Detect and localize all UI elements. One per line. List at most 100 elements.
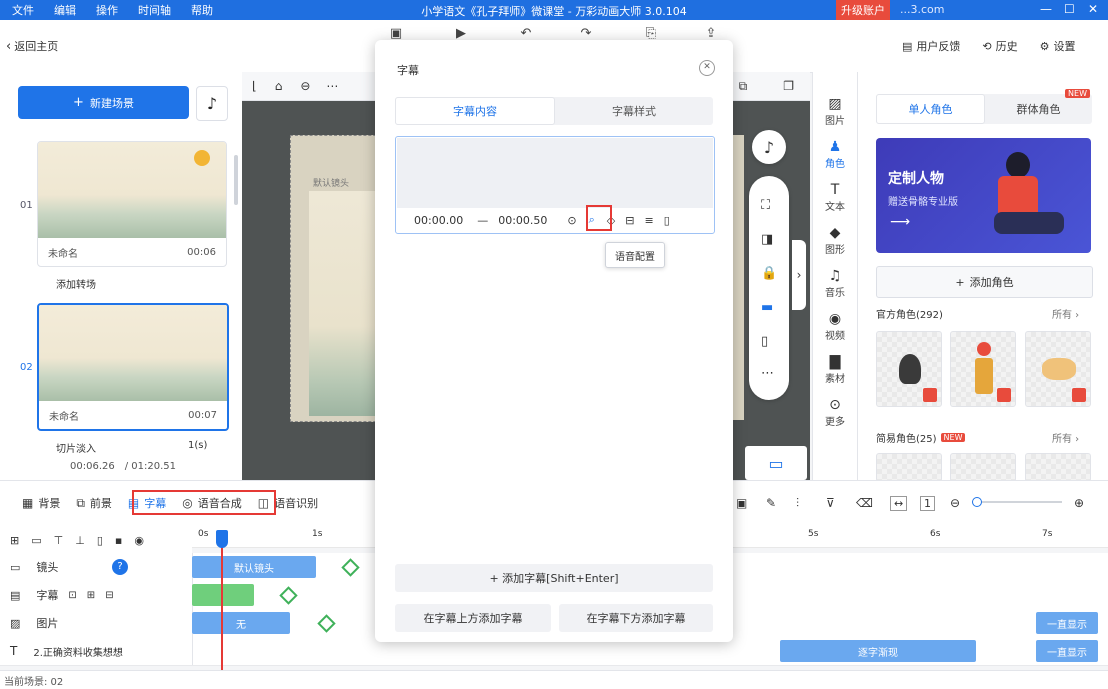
zoom-out-icon[interactable]: ⊖ xyxy=(300,79,310,93)
lock-icon[interactable]: ▪ xyxy=(115,534,122,547)
add-role-button[interactable]: + 添加角色 xyxy=(876,266,1093,298)
role-card-child[interactable] xyxy=(950,331,1016,407)
delete-icon[interactable]: ▯ xyxy=(664,214,670,227)
playhead-handle[interactable] xyxy=(216,530,228,548)
insert-icon[interactable]: ⊟ xyxy=(625,214,634,227)
lens-clip[interactable]: 默认镜头 xyxy=(192,556,316,578)
music-note-icon[interactable]: ♪ xyxy=(752,130,786,164)
new-scene-button[interactable]: + 新建场景 xyxy=(18,86,189,119)
zoom-out-icon[interactable]: ⊖ xyxy=(950,496,960,510)
stage-canvas[interactable]: 默认镜头 xyxy=(290,135,386,422)
delete-icon[interactable]: ⌫ xyxy=(856,496,873,510)
settings-button[interactable]: ⚙ 设置 xyxy=(1040,38,1076,54)
zoom-in-icon[interactable]: ⊕ xyxy=(1074,496,1084,510)
add-transition-link[interactable]: 添加转场 xyxy=(56,276,96,291)
zoom-slider[interactable] xyxy=(972,497,1062,507)
image-clip[interactable]: 无 xyxy=(192,612,290,634)
scene-thumbnail-2[interactable]: 未命名 00:07 xyxy=(37,303,229,431)
feedback-button[interactable]: ▤ 用户反馈 xyxy=(902,38,960,54)
camera-icon[interactable]: ◨ xyxy=(761,232,773,247)
align-icon[interactable]: ⌊ xyxy=(252,79,257,93)
eye-icon[interactable]: ◉ xyxy=(134,534,144,547)
upgrade-account-button[interactable]: 升级账户 xyxy=(836,0,890,20)
foreground-tool[interactable]: ⧉ 前景 xyxy=(76,495,112,511)
subtitle-text-input[interactable] xyxy=(397,138,713,208)
role-card-simple-3[interactable] xyxy=(1025,453,1091,482)
close-window-icon[interactable]: ✕ xyxy=(1088,2,1098,16)
folder-add-icon[interactable]: ▭ xyxy=(31,534,41,547)
role-card-simple-2[interactable] xyxy=(950,453,1016,482)
add-track-icon[interactable]: ⊞ xyxy=(10,534,19,547)
subtitle-clip[interactable] xyxy=(192,584,254,606)
add-below-button[interactable]: 在字幕下方添加字幕 xyxy=(559,604,713,632)
add-subtitle-button[interactable]: + 添加字幕[Shift+Enter] xyxy=(395,564,713,592)
custom-role-banner[interactable]: 定制人物 赠送骨骼专业版 ⟶ xyxy=(876,138,1091,253)
tab-material[interactable]: ▇ 素材 xyxy=(813,354,857,385)
close-icon[interactable]: ✕ xyxy=(699,60,715,76)
role-card-cat[interactable] xyxy=(876,331,942,407)
history-button[interactable]: ⟲ 历史 xyxy=(982,38,1017,54)
maximize-icon[interactable]: ☐ xyxy=(1064,2,1075,16)
keyframe-diamond-icon[interactable] xyxy=(341,558,360,577)
tab-text[interactable]: T 文本 xyxy=(813,182,857,213)
zoom-reset-icon[interactable]: 1 xyxy=(920,495,935,511)
tab-subtitle-style[interactable]: 字幕样式 xyxy=(555,97,713,125)
scene-scrollbar[interactable] xyxy=(234,155,238,205)
layer-icon[interactable]: ▯ xyxy=(97,534,103,547)
phone-icon[interactable]: ▯ xyxy=(761,334,768,349)
text-effect-clip[interactable]: 逐字渐现 xyxy=(780,640,976,662)
move-down-icon[interactable]: ⊥ xyxy=(75,534,85,547)
keyframe-diamond-icon[interactable] xyxy=(279,586,298,605)
screen-icon[interactable]: ▬ xyxy=(761,300,773,315)
tab-role[interactable]: ♟ 角色 xyxy=(813,139,857,170)
zoom-slider-handle[interactable] xyxy=(972,497,982,507)
tab-image[interactable]: ▨ 图片 xyxy=(813,96,857,127)
more-tool-icon[interactable]: ⋯ xyxy=(326,79,338,93)
scene-thumbnail-1[interactable]: 未命名 00:06 xyxy=(37,141,227,267)
home-icon[interactable]: ⌂ xyxy=(275,79,283,93)
official-roles-more[interactable]: 所有 › xyxy=(1052,306,1079,321)
fullscreen-icon[interactable]: ⛶ xyxy=(761,198,770,213)
more-icon[interactable]: ⋯ xyxy=(761,366,774,381)
keyframe-diamond-icon[interactable] xyxy=(317,614,336,633)
always-show-clip[interactable]: 一直显示 xyxy=(1036,640,1098,662)
fit-icon[interactable]: ↔ xyxy=(890,495,908,511)
simple-roles-more[interactable]: 所有 › xyxy=(1052,430,1079,445)
help-icon[interactable]: ? xyxy=(112,559,128,575)
timeline-action-icon[interactable]: ▣ xyxy=(736,496,747,510)
tab-subtitle-content[interactable]: 字幕内容 xyxy=(395,97,555,125)
list-icon[interactable]: ≡ xyxy=(644,214,653,227)
tab-more[interactable]: ⊙ 更多 xyxy=(813,397,857,428)
chevron-right-icon[interactable]: › xyxy=(792,240,806,310)
add-above-button[interactable]: 在字幕上方添加字幕 xyxy=(395,604,551,632)
play-circle-icon[interactable]: ⊙ xyxy=(567,214,576,227)
tab-group-role[interactable]: 群体角色 NEW xyxy=(985,89,1092,123)
back-home-button[interactable]: ‹ 返回主页 xyxy=(6,38,58,54)
tab-shape[interactable]: ◆ 图形 xyxy=(813,225,857,256)
playhead[interactable] xyxy=(221,530,223,675)
track-tool-icon[interactable]: ⊡ xyxy=(68,590,76,601)
tab-single-role[interactable]: 单人角色 xyxy=(876,94,985,124)
split-icon[interactable]: ⫶ xyxy=(796,496,799,511)
end-time[interactable]: 00:00.50 xyxy=(498,214,547,227)
role-card-dog[interactable] xyxy=(1025,331,1091,407)
background-tool[interactable]: ▦ 背景 xyxy=(22,495,60,511)
tab-video[interactable]: ◉ 视频 xyxy=(813,311,857,342)
transition-name[interactable]: 切片淡入 xyxy=(56,440,96,455)
account-name[interactable]: ...3.com xyxy=(900,3,944,16)
track-tool-icon[interactable]: ⊞ xyxy=(87,590,95,601)
role-card-simple-1[interactable] xyxy=(876,453,942,482)
always-show-clip[interactable]: 一直显示 xyxy=(1036,612,1098,634)
lock-icon[interactable]: 🔒 xyxy=(761,266,777,281)
copy-icon[interactable]: ⧉ xyxy=(739,79,748,94)
monitor-icon[interactable]: ▭ xyxy=(745,446,807,480)
music-note-icon[interactable]: ♪ xyxy=(196,86,228,121)
edit-icon[interactable]: ✎ xyxy=(766,496,776,510)
minimize-icon[interactable]: — xyxy=(1040,2,1052,16)
move-up-icon[interactable]: ⊤ xyxy=(54,534,64,547)
track-tool-icon[interactable]: ⊟ xyxy=(105,590,113,601)
tab-music[interactable]: ♫ 音乐 xyxy=(813,268,857,299)
filter-icon[interactable]: ⊽ xyxy=(826,496,835,510)
start-time[interactable]: 00:00.00 xyxy=(414,214,463,227)
paste-icon[interactable]: ❐ xyxy=(783,79,794,93)
